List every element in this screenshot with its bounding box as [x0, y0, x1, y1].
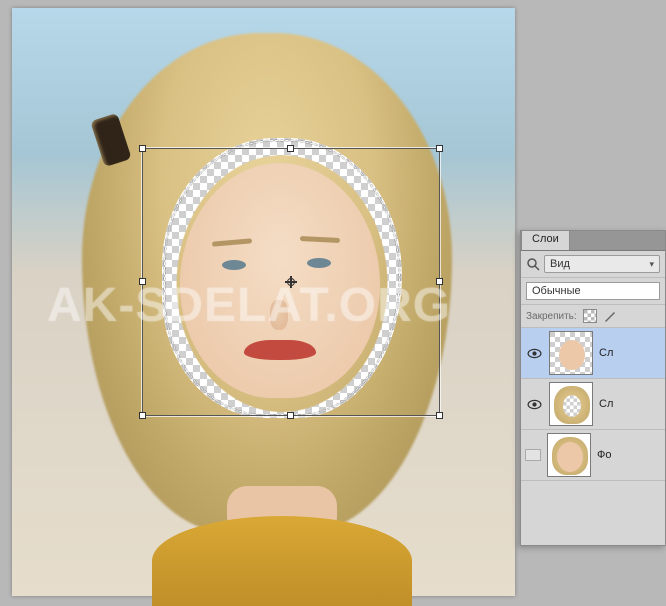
blend-mode-value: Обычные [532, 285, 581, 297]
lock-transparency-button[interactable] [583, 309, 597, 323]
transform-handle-bm[interactable] [287, 412, 294, 419]
layer-thumbnail[interactable] [549, 331, 593, 375]
visibility-toggle[interactable] [525, 395, 543, 413]
blend-mode-row: Обычные [521, 278, 665, 305]
layer-thumbnail[interactable] [547, 433, 591, 477]
tab-layers[interactable]: Слои [521, 230, 570, 250]
transform-handle-tm[interactable] [287, 145, 294, 152]
lock-label: Закрепить: [526, 311, 577, 322]
brush-icon[interactable] [603, 309, 617, 323]
layers-panel: Слои Вид ▾ Обычные Закрепить: Сл Сл Фо [520, 230, 666, 546]
visibility-toggle[interactable] [525, 449, 541, 461]
transform-handle-tl[interactable] [139, 145, 146, 152]
shoulders [152, 516, 412, 606]
layer-name[interactable]: Фо [597, 449, 611, 461]
layer-filter-select[interactable]: Вид ▾ [544, 255, 660, 273]
lock-row: Закрепить: [521, 305, 665, 328]
layer-filter-row: Вид ▾ [521, 251, 665, 278]
canvas[interactable]: AK-SDELAT.ORG [12, 8, 515, 596]
layer-name[interactable]: Сл [599, 347, 613, 359]
layer-row[interactable]: Сл [521, 328, 665, 379]
transform-handle-br[interactable] [436, 412, 443, 419]
watermark-text: AK-SDELAT.ORG [47, 278, 451, 333]
visibility-toggle[interactable] [525, 344, 543, 362]
layers-list: Сл Сл Фо [521, 328, 665, 545]
panel-tabs: Слои [521, 231, 665, 251]
layer-row[interactable]: Сл [521, 379, 665, 430]
chevron-down-icon: ▾ [649, 259, 654, 270]
layer-row[interactable]: Фо [521, 430, 665, 481]
blend-mode-select[interactable]: Обычные [526, 282, 660, 300]
layer-filter-label: Вид [550, 258, 570, 270]
layer-thumbnail[interactable] [549, 382, 593, 426]
search-icon [526, 257, 540, 271]
layer-name[interactable]: Сл [599, 398, 613, 410]
transform-handle-tr[interactable] [436, 145, 443, 152]
transform-handle-bl[interactable] [139, 412, 146, 419]
